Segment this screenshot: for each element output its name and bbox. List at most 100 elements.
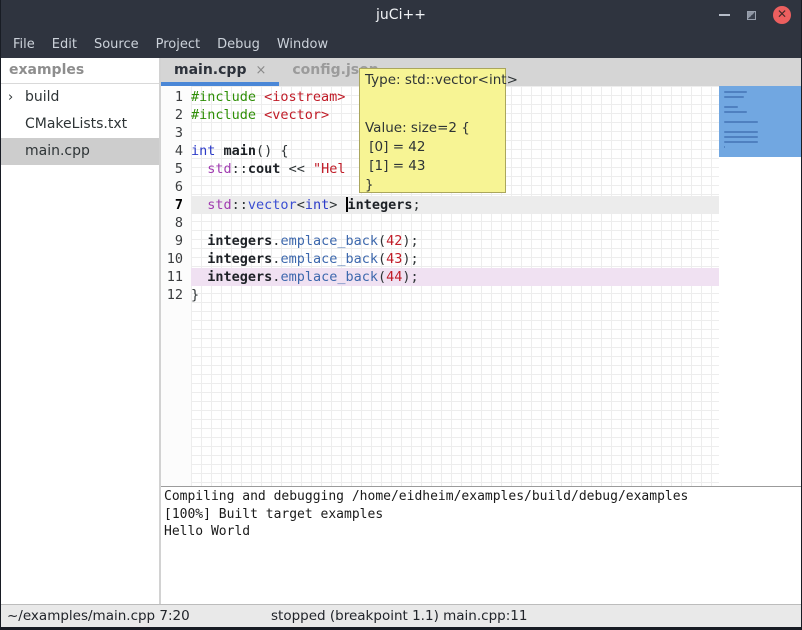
gutter-line-number[interactable]: 8 xyxy=(161,214,191,232)
gutter-line-number[interactable]: 12 xyxy=(161,286,191,304)
gutter-line-number[interactable]: 3 xyxy=(161,124,191,142)
tree-item-build[interactable]: › build xyxy=(1,84,159,111)
code-token: integers xyxy=(207,251,272,267)
restore-icon[interactable] xyxy=(747,11,756,20)
file-tree: › build CMakeLists.txt main.cpp xyxy=(1,84,159,165)
tree-item-main-cpp[interactable]: main.cpp xyxy=(1,138,159,165)
debug-value-tooltip: Type: std::vector<int> Value: size=2 { [… xyxy=(359,68,506,193)
juci-window: juCi++ ✕ File Edit Source Project Debug Windo… xyxy=(0,0,802,630)
gutter-line-number[interactable]: 10 xyxy=(161,250,191,268)
gutter-line-number[interactable]: 1 xyxy=(161,88,191,106)
code-token: <vector> xyxy=(264,107,329,123)
gutter-line-number[interactable]: 2 xyxy=(161,106,191,124)
code-token: int xyxy=(191,143,215,159)
minimap-line xyxy=(724,136,758,138)
minimap-line xyxy=(724,121,758,123)
build-output-panel[interactable]: Compiling and debugging /home/eidheim/ex… xyxy=(161,486,801,604)
gutter-line-number[interactable]: 4 xyxy=(161,142,191,160)
status-debug-state: stopped (breakpoint 1.1) main.cpp:11 xyxy=(271,608,527,624)
code-token: #include xyxy=(191,89,264,105)
gutter-line-number[interactable]: 9 xyxy=(161,232,191,250)
tree-item-label: build xyxy=(25,89,59,105)
minimap[interactable] xyxy=(719,86,801,486)
menu-item-project[interactable]: Project xyxy=(154,37,202,52)
minimap-line xyxy=(724,141,758,143)
minimap-line xyxy=(724,91,747,93)
code-token: emplace_back xyxy=(280,233,378,249)
code-token: emplace_back xyxy=(280,269,378,285)
code-token: << xyxy=(280,161,313,177)
chevron-right-icon[interactable]: › xyxy=(8,84,13,111)
code-token: < xyxy=(297,197,305,213)
tooltip-value-line: Value: size=2 { xyxy=(365,119,500,138)
code-token: vector xyxy=(248,197,297,213)
code-token xyxy=(215,143,223,159)
code-line[interactable]: integers.emplace_back(43); xyxy=(191,250,719,268)
project-name-header: examples xyxy=(1,58,159,84)
tooltip-gap xyxy=(365,90,500,119)
code-token: ; xyxy=(413,197,421,213)
line-number-gutter[interactable]: 123456789101112 xyxy=(161,86,191,486)
window-controls: ✕ xyxy=(719,0,791,30)
code-token: std xyxy=(207,161,231,177)
code-token: 44 xyxy=(386,269,402,285)
output-line: [100%] Built target examples xyxy=(164,506,798,524)
code-token: > xyxy=(329,197,345,213)
minimap-line xyxy=(724,111,747,113)
titlebar[interactable]: juCi++ ✕ xyxy=(1,0,801,30)
tab-close-icon[interactable]: × xyxy=(255,63,266,78)
tooltip-value-block: Value: size=2 { [0] = 42 [1] = 43} xyxy=(365,119,500,195)
tree-item-cmakelists-txt[interactable]: CMakeLists.txt xyxy=(1,111,159,138)
minimap-line xyxy=(724,96,744,98)
code-token: :: xyxy=(232,161,248,177)
code-token: emplace_back xyxy=(280,251,378,267)
menu-item-file[interactable]: File xyxy=(11,37,37,52)
output-line: Compiling and debugging /home/eidheim/ex… xyxy=(164,488,798,506)
minimize-icon[interactable] xyxy=(719,14,730,16)
code-line[interactable]: } xyxy=(191,286,719,304)
code-token: } xyxy=(191,287,199,303)
code-token: <iostream> xyxy=(264,89,345,105)
code-token: ); xyxy=(402,233,418,249)
code-token: :: xyxy=(232,197,248,213)
menu-item-debug[interactable]: Debug xyxy=(215,37,262,52)
gutter-line-number[interactable]: 11 xyxy=(161,268,191,286)
code-line[interactable]: integers.emplace_back(44); xyxy=(191,268,719,286)
tree-item-label: CMakeLists.txt xyxy=(25,116,127,132)
code-line[interactable]: std::vector<int> integers; xyxy=(191,196,719,214)
code-token: ); xyxy=(402,269,418,285)
output-line: Hello World xyxy=(164,523,798,541)
code-token: ); xyxy=(402,251,418,267)
code-token: ( xyxy=(378,233,386,249)
code-token: 43 xyxy=(386,251,402,267)
minimap-line xyxy=(724,106,738,108)
close-icon[interactable]: ✕ xyxy=(773,6,791,24)
code-token: #include xyxy=(191,107,264,123)
code-token: cout xyxy=(248,161,281,177)
gutter-line-number[interactable]: 7 xyxy=(161,196,191,214)
content: examples › build CMakeLists.txt main.cpp ma… xyxy=(1,58,801,604)
gutter-line-number[interactable]: 6 xyxy=(161,178,191,196)
code-token: 42 xyxy=(386,233,402,249)
code-token xyxy=(191,197,207,213)
code-line[interactable]: integers.emplace_back(42); xyxy=(191,232,719,250)
gutter-line-number[interactable]: 5 xyxy=(161,160,191,178)
code-token: main xyxy=(224,143,257,159)
menu-item-edit[interactable]: Edit xyxy=(50,37,79,52)
menu-item-source[interactable]: Source xyxy=(92,37,141,52)
main-area: main.cpp×config.json 123456789101112 #in… xyxy=(161,58,801,604)
tooltip-value-line: [0] = 42 xyxy=(365,138,500,157)
tab-main-cpp[interactable]: main.cpp× xyxy=(161,58,279,86)
code-token: integers xyxy=(207,269,272,285)
statusbar: ~/examples/main.cpp 7:20 stopped (breakp… xyxy=(1,604,801,627)
code-token: int xyxy=(305,197,329,213)
menubar: File Edit Source Project Debug Window xyxy=(1,30,801,58)
minimap-line xyxy=(724,131,758,133)
code-token: std xyxy=(207,197,231,213)
code-token: () { xyxy=(256,143,289,159)
menu-item-window[interactable]: Window xyxy=(275,37,330,52)
minimap-slider[interactable] xyxy=(719,86,801,157)
code-token xyxy=(191,251,207,267)
code-line[interactable] xyxy=(191,214,719,232)
tooltip-value-line: } xyxy=(365,176,500,195)
